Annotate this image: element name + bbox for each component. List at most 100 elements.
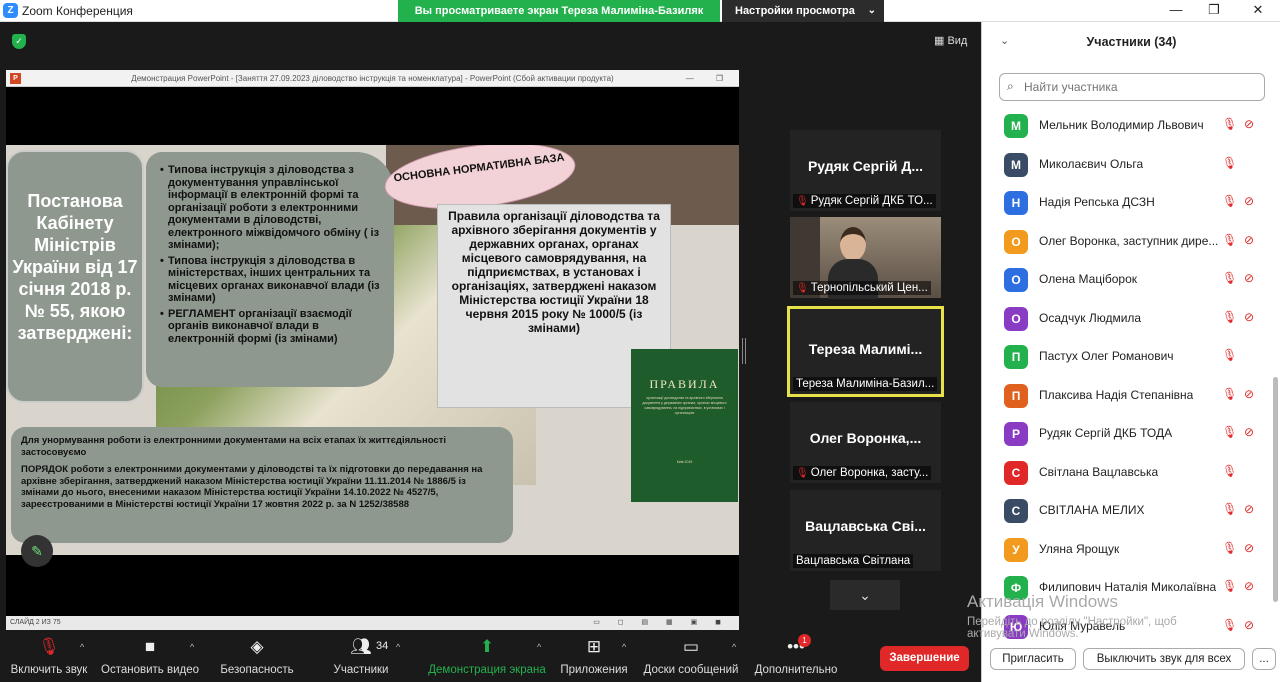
video-tile[interactable]: Рудяк Сергій Д... 🎙︎ Рудяк Сергій ДКБ ТО.… (790, 130, 941, 211)
tile-name: Тереза Малимі... (808, 341, 923, 357)
participant-name: Плаксива Надія Степанівна (1039, 387, 1194, 402)
powerpoint-window-buttons: — ❐ (685, 74, 733, 83)
mic-muted-icon: 🎙︎ (1222, 463, 1238, 478)
participants-options-chevron-icon[interactable]: ^ (396, 642, 400, 652)
more-button[interactable]: ••• Дополнительно (752, 636, 840, 676)
meeting-toolbar: 🎙︎ Включить звук ^ ■ Остановить видео ^ … (0, 632, 981, 682)
mic-muted-icon: 🎙︎ (1222, 194, 1238, 208)
participant-row[interactable]: О Олег Воронка, заступник дире... 🎙︎ ⊘ (982, 224, 1272, 263)
share-screen-button[interactable]: ⬆ Демонстрация экрана (428, 636, 546, 676)
camera-off-icon: ⊘ (1244, 117, 1255, 131)
slide: Постанова Кабінету Міністрів України від… (6, 145, 739, 555)
participant-row[interactable]: П Плаксива Надія Степанівна 🎙︎ ⊘ (982, 378, 1272, 417)
avatar: М (1004, 114, 1028, 138)
pen-annotation-icon[interactable]: ✎ (21, 535, 53, 567)
minimize-button[interactable]: — (1158, 0, 1194, 22)
participant-row[interactable]: П Пастух Олег Романович 🎙︎ (982, 339, 1272, 378)
video-options-chevron-icon[interactable]: ^ (190, 642, 194, 652)
apps-button[interactable]: ⊞ Приложения (558, 636, 630, 676)
avatar: О (1004, 268, 1028, 292)
participant-name: Уляна Ярощук (1039, 541, 1120, 556)
chevron-down-icon: ⌄ (867, 5, 876, 16)
avatar: С (1004, 460, 1028, 485)
participant-row[interactable]: С СВIТЛАНА МЕЛИХ 🎙︎ ⊘ (982, 493, 1272, 532)
mic-muted-icon: 🎙︎ (1222, 232, 1238, 247)
video-tile[interactable]: Олег Воронка,... 🎙︎ Олег Воронка, засту..… (790, 402, 941, 483)
slide-counter: СЛАЙД 2 ИЗ 75 (10, 619, 61, 626)
mic-muted-icon: 🎙︎ (1222, 540, 1238, 555)
view-button[interactable]: ▦ Вид (934, 34, 967, 47)
participant-row[interactable]: С Світлана Вацлавська 🎙︎ (982, 455, 1272, 494)
shield-icon: ◈ (250, 637, 264, 656)
panel-more-button[interactable]: ... (1252, 648, 1276, 670)
view-button-label: Вид (947, 35, 968, 47)
whiteboards-button[interactable]: ▭ Доски сообщений (642, 636, 740, 676)
avatar: С (1004, 499, 1028, 523)
apps-options-chevron-icon[interactable]: ^ (622, 642, 626, 652)
camera-off-icon: ⊘ (1244, 579, 1255, 593)
video-tile[interactable]: 🎙︎ Тернопільський Цен... (790, 217, 941, 299)
participant-search[interactable]: ⌕ (999, 73, 1265, 101)
mic-muted-icon: 🎙︎ (1222, 386, 1238, 401)
avatar: П (1004, 345, 1028, 369)
whiteboards-label: Доски сообщений (643, 664, 739, 676)
participant-row[interactable]: Р Рудяк Сергій ДКБ ТОДА 🎙︎ ⊘ (982, 416, 1272, 455)
end-meeting-button[interactable]: Завершение (880, 646, 969, 671)
more-label: Дополнительно (754, 664, 838, 676)
participant-list: М Мельник Володимир Львович 🎙︎ ⊘ М Миколаєвич… (982, 108, 1272, 647)
resolution-box: Постанова Кабінету Міністрів України від… (6, 150, 144, 403)
security-label: Безопасность (220, 664, 294, 676)
powerpoint-title-bar: P Демонстрация PowerPoint - [Заняття 27.… (6, 70, 739, 87)
camera-off-icon: ⊘ (1244, 194, 1255, 208)
participant-row[interactable]: Н Надія Репська ДСЗН 🎙︎ ⊘ (982, 185, 1272, 224)
participant-name: Олег Воронка, заступник дире... (1039, 233, 1219, 248)
participant-name: Пастух Олег Романович (1039, 349, 1174, 363)
video-tile[interactable]: Вацлавська Свi... Вацлавська Свiтлана (790, 490, 941, 571)
mic-muted-icon: 🎙︎ (796, 196, 809, 207)
share-screen-label: Демонстрация экрана (428, 664, 546, 676)
meeting-area: ✓ ▦ Вид P Демонстрация PowerPoint - [Зан… (0, 22, 981, 632)
search-input[interactable] (1024, 78, 1254, 96)
audio-options-chevron-icon[interactable]: ^ (80, 642, 84, 652)
mic-muted-icon: 🎙︎ (1222, 579, 1238, 593)
thumbnails-scroll-down-button[interactable]: ⌄ (830, 580, 900, 610)
encryption-shield-icon[interactable]: ✓ (12, 34, 26, 49)
security-button[interactable]: ◈ Безопасность (218, 636, 296, 676)
camera-off-icon: ⊘ (1244, 386, 1255, 401)
book-title: ПРАВИЛА (649, 377, 720, 391)
invite-button[interactable]: Пригласить (990, 648, 1076, 670)
close-button[interactable]: ✕ (1240, 0, 1276, 22)
window-title: Zoom Конференция (22, 4, 133, 18)
participant-row[interactable]: У Уляна Ярощук 🎙︎ ⊘ (982, 532, 1272, 571)
unmute-button[interactable]: 🎙︎ Включить звук (8, 636, 90, 676)
tile-label: Вацлавська Свiтлана (793, 554, 914, 568)
participant-row[interactable]: М Миколаєвич Ольга 🎙︎ (982, 147, 1272, 186)
participant-row[interactable]: М Мельник Володимир Львович 🎙︎ ⊘ (982, 108, 1272, 147)
splitter-handle[interactable] (742, 338, 746, 364)
participant-row[interactable]: О Олена Мацiборок 🎙︎ ⊘ (982, 262, 1272, 301)
tile-label: 🎙︎ Рудяк Сергій ДКБ ТО... (793, 194, 936, 208)
participants-label: Участники (333, 664, 389, 676)
mic-muted-icon: 🎙︎ (38, 637, 60, 656)
participant-row[interactable]: О Осадчук Людмила 🎙︎ ⊘ (982, 301, 1272, 340)
camera-off-icon: ⊘ (1244, 232, 1255, 247)
avatar: Р (1004, 422, 1028, 446)
avatar: Н (1004, 191, 1028, 215)
mic-muted-icon: 🎙︎ (796, 468, 809, 479)
mute-all-button[interactable]: Выключить звук для всех (1083, 648, 1245, 670)
video-tile-active-speaker[interactable]: Тереза Малимі... Тереза Малимiна-Базил..… (787, 306, 944, 397)
whiteboards-options-chevron-icon[interactable]: ^ (732, 642, 736, 652)
view-options-button[interactable]: Настройки просмотра ⌄ (722, 0, 884, 22)
camera-off-icon: ⊘ (1244, 617, 1255, 632)
share-options-chevron-icon[interactable]: ^ (537, 642, 541, 652)
stop-video-button[interactable]: ■ Остановить видео (100, 636, 200, 676)
shared-screen: P Демонстрация PowerPoint - [Заняття 27.… (6, 70, 739, 630)
view-mode-icons[interactable]: ▭ ◻ ▤ ▦ ▣ ◼ (593, 616, 729, 630)
activation-line: Перейдіть до розділу "Настройки", щоб (967, 616, 1177, 628)
panel-scrollbar[interactable] (1273, 377, 1278, 602)
camera-off-icon: ⊘ (1244, 502, 1255, 516)
camera-off-icon: ⊘ (1244, 540, 1255, 555)
maximize-button[interactable]: ❐ (1196, 0, 1232, 22)
unmute-label: Включить звук (10, 664, 88, 676)
mic-muted-icon: 🎙︎ (1222, 348, 1238, 362)
